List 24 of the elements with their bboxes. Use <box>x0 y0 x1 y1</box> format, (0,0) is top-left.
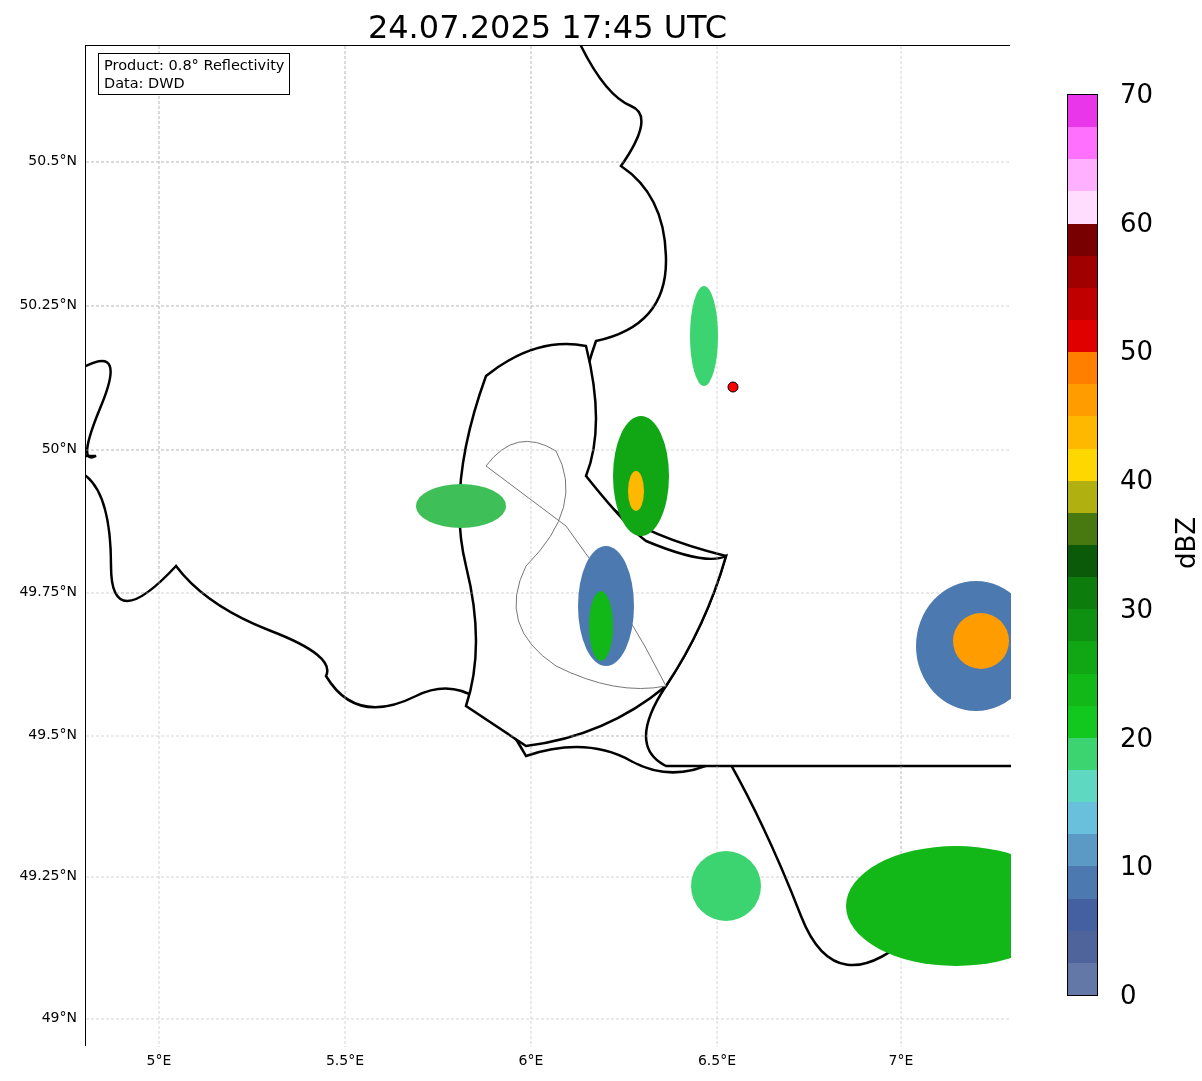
latitude-label: 49.75°N <box>19 584 77 598</box>
latitude-label: 49°N <box>41 1010 77 1024</box>
info-text: Data: DWD <box>104 74 186 92</box>
longitude-label: 6.5°E <box>697 1053 737 1067</box>
latitude-label: 49.5°N <box>28 727 77 741</box>
longitude-label: 6°E <box>518 1053 544 1067</box>
longitude-label: 7°E <box>888 1053 914 1067</box>
longitude-label: 5°E <box>146 1053 172 1067</box>
longitude-label: 5.5°E <box>325 1053 365 1067</box>
colorbar-tick-label: 60 <box>1120 209 1154 236</box>
colorbar-tick-label: 20 <box>1120 724 1154 751</box>
info-text: Product: 0.8° Reflectivity <box>104 56 285 74</box>
colorbar-tick-label: 70 <box>1120 81 1154 107</box>
chart-title: 24.07.2025 17:45 UTC <box>367 11 728 43</box>
latitude-label: 50°N <box>41 441 77 455</box>
colorbar-tick-label: 0 <box>1120 981 1137 1008</box>
latitude-label: 50.5°N <box>28 153 77 167</box>
colorbar-tick-label: 50 <box>1120 338 1154 365</box>
latitude-label: 50.25°N <box>19 297 77 311</box>
colorbar-label: dBZ <box>1173 516 1200 570</box>
colorbar-tick-label: 40 <box>1120 467 1154 494</box>
colorbar-tick-label: 30 <box>1120 595 1154 622</box>
latitude-label: 49.25°N <box>19 868 77 882</box>
colorbar-tick-label: 10 <box>1120 853 1154 880</box>
